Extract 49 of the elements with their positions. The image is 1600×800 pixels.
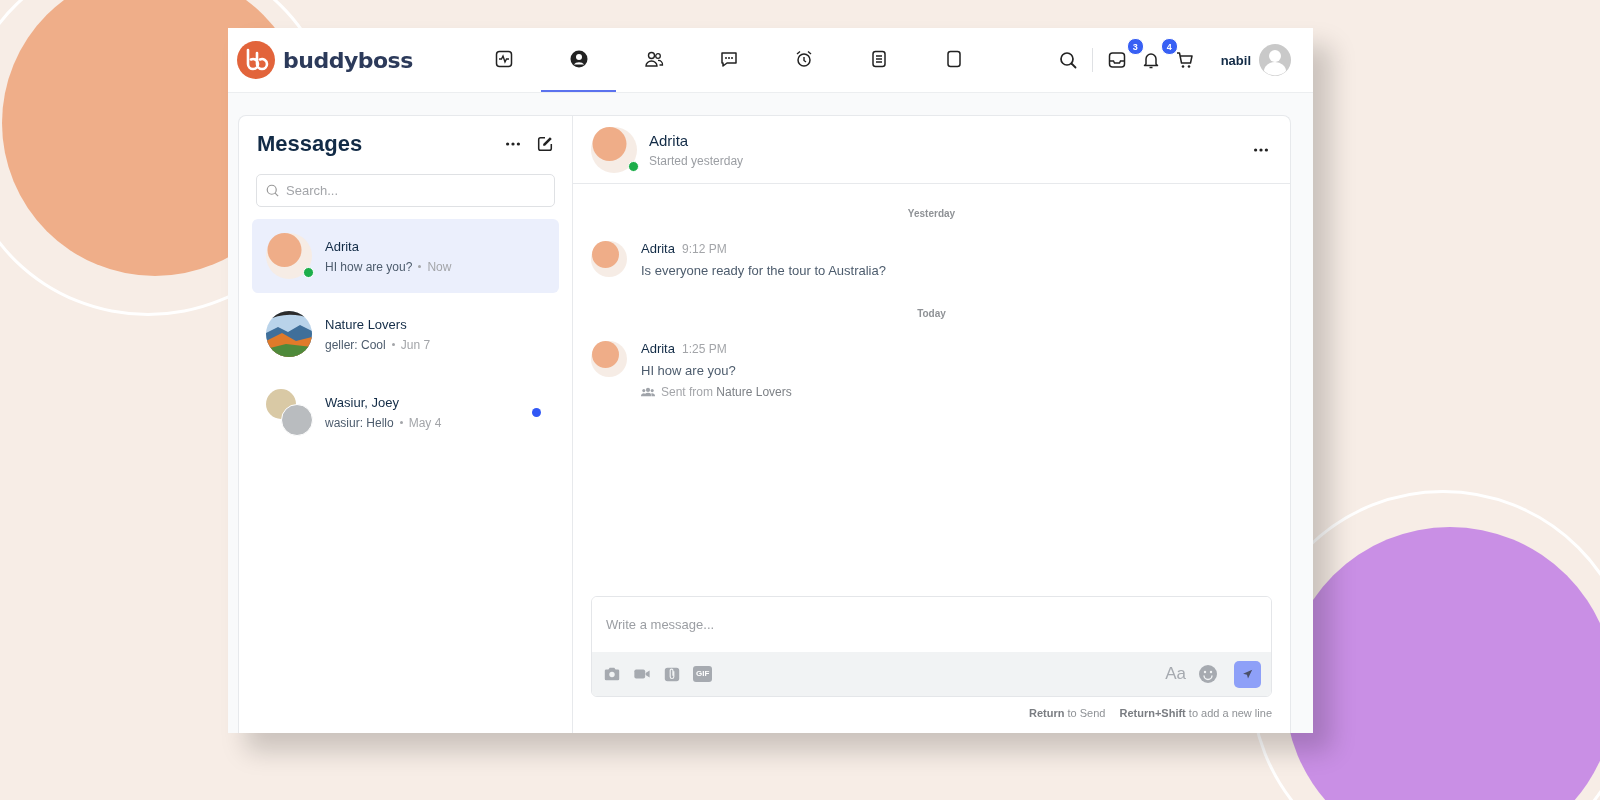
avatar	[591, 126, 637, 173]
thread-preview: HI how are you?	[325, 259, 413, 274]
message-text: Is everyone ready for the tour to Australia?	[641, 263, 886, 278]
keyboard-hint: Return+Shift to add a new line	[1119, 707, 1272, 719]
message-author: Adrita	[641, 341, 675, 356]
message-text: HI how are you?	[641, 363, 737, 378]
avatar	[591, 241, 627, 277]
message-author: Adrita	[641, 241, 675, 256]
thread-preview: geller: Cool	[325, 337, 386, 352]
group-icon	[641, 387, 655, 397]
people-icon	[643, 49, 664, 69]
search-field[interactable]: Search...	[256, 174, 555, 207]
thread-time: Now	[427, 259, 452, 274]
thread-item[interactable]: Adrita HI how are you? Now	[252, 219, 559, 293]
thread-time: May 4	[408, 415, 442, 430]
inbox-button[interactable]	[1106, 50, 1127, 70]
thread-name: Nature Lovers	[325, 316, 408, 332]
profile-icon	[568, 49, 589, 69]
search-icon	[265, 183, 280, 198]
avatar	[266, 233, 312, 279]
send-button[interactable]	[1234, 660, 1261, 688]
keyboard-hint: Return to Send	[1029, 707, 1106, 719]
thread-item[interactable]: Nature Lovers geller: Cool Jun 7	[252, 297, 559, 371]
message-time: 1:25 PM	[681, 342, 727, 356]
notification-count: 4	[1160, 38, 1178, 55]
cart-button[interactable]	[1174, 50, 1195, 70]
message-source: Sent from Nature Lovers	[661, 385, 792, 399]
search-button[interactable]	[1057, 50, 1078, 70]
panel-title: Messages	[257, 131, 363, 157]
thread-item[interactable]: Wasiur, Joey wasiur: Hello May 4	[252, 375, 559, 449]
date-divider-label: Today	[917, 308, 946, 319]
conversation-name: Adrita	[649, 131, 690, 149]
chat-bubble-icon	[718, 49, 739, 69]
logo-icon	[237, 41, 275, 79]
thread-preview: wasiur: Hello	[325, 415, 394, 430]
user-name[interactable]: nabil	[1220, 52, 1251, 68]
photo-placeholder	[281, 404, 313, 436]
brand-name: buddyboss	[283, 47, 413, 73]
thread-name: Adrita	[325, 238, 360, 254]
compose-icon[interactable]	[536, 135, 554, 153]
conversation-subtitle: Started yesterday	[649, 153, 744, 168]
inbox-count: 3	[1126, 38, 1144, 55]
date-divider-label: Yesterday	[907, 208, 956, 219]
thread-name: Wasiur, Joey	[325, 394, 400, 410]
avatar	[591, 341, 627, 377]
thread-time: Jun 7	[400, 337, 431, 352]
photo-placeholder	[266, 311, 312, 357]
activity-icon	[493, 49, 514, 69]
message-time: 9:12 PM	[681, 242, 727, 256]
